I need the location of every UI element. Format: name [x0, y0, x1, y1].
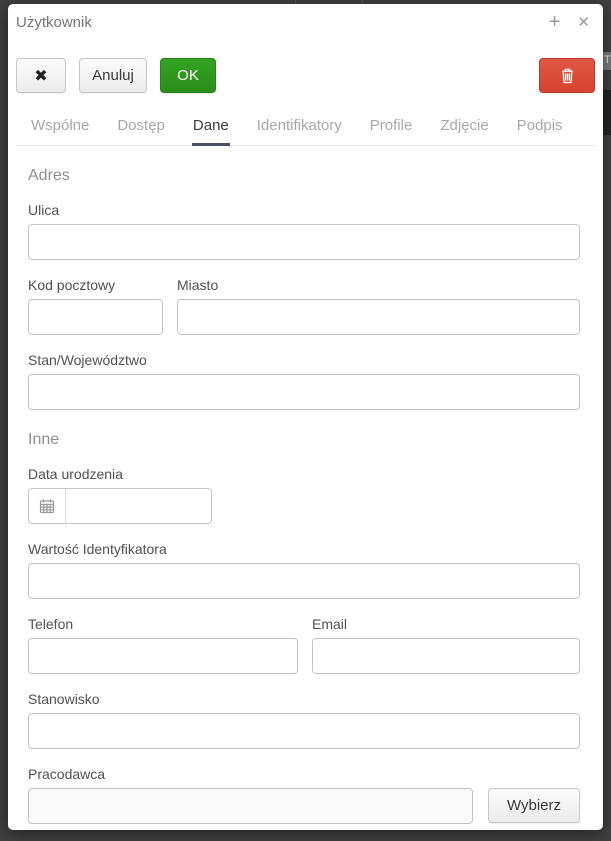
tab-podpis[interactable]: Podpis: [516, 112, 564, 146]
tab-identifikatory[interactable]: Identifikatory: [256, 112, 343, 146]
ulica-label: Ulica: [28, 202, 580, 218]
backdrop-fragment-text: T: [603, 52, 611, 70]
dialog-toolbar: ✖ Anuluj OK: [16, 58, 595, 93]
section-heading-inne: Inne: [28, 431, 580, 449]
miasto-input[interactable]: [177, 299, 580, 335]
data-urodzenia-field: [28, 488, 212, 524]
data-urodzenia-label: Data urodzenia: [28, 466, 580, 482]
window-close-icon[interactable]: ✕: [577, 15, 590, 30]
telefon-input[interactable]: [28, 638, 298, 674]
tab-profile[interactable]: Profile: [369, 112, 414, 146]
miasto-label: Miasto: [177, 277, 580, 293]
data-urodzenia-input[interactable]: [66, 489, 211, 523]
ulica-input[interactable]: [28, 224, 580, 260]
close-button[interactable]: ✖: [16, 58, 66, 93]
ok-button[interactable]: OK: [160, 58, 216, 93]
window-controls: + ✕: [549, 12, 590, 32]
tab-dane[interactable]: Dane: [192, 112, 230, 146]
tab-bar: Wspólne Dostęp Dane Identifikatory Profi…: [16, 112, 595, 146]
tab-zdjecie[interactable]: Zdjęcie: [439, 112, 489, 146]
kod-pocztowy-input[interactable]: [28, 299, 163, 335]
delete-button[interactable]: [539, 58, 595, 93]
tab-wspolne[interactable]: Wspólne: [30, 112, 90, 146]
stanowisko-input[interactable]: [28, 713, 580, 749]
cancel-button[interactable]: Anuluj: [79, 58, 147, 93]
email-label: Email: [312, 616, 580, 632]
email-input[interactable]: [312, 638, 580, 674]
pracodawca-input[interactable]: [28, 788, 473, 824]
section-heading-adres: Adres: [28, 167, 580, 185]
calendar-icon[interactable]: [29, 489, 66, 523]
window-maximize-icon[interactable]: +: [549, 12, 561, 32]
backdrop-dark-block: [603, 90, 611, 135]
kod-pocztowy-label: Kod pocztowy: [28, 277, 163, 293]
pracodawca-field: Wybierz: [28, 788, 580, 824]
stanowisko-label: Stanowisko: [28, 691, 580, 707]
stan-label: Stan/Województwo: [28, 352, 580, 368]
pracodawca-label: Pracodawca: [28, 766, 580, 782]
telefon-label: Telefon: [28, 616, 298, 632]
dialog-title: Użytkownik: [16, 14, 92, 31]
trash-icon: [560, 67, 575, 84]
stan-input[interactable]: [28, 374, 580, 410]
wybierz-button[interactable]: Wybierz: [488, 788, 580, 823]
dialog-header: Użytkownik + ✕: [8, 4, 603, 44]
wartosc-identyfikatora-input[interactable]: [28, 563, 580, 599]
form-content: Adres Ulica Kod pocztowy Miasto Stan/Woj…: [8, 167, 603, 824]
user-dialog: Użytkownik + ✕ ✖ Anuluj OK Wspólne Dostę…: [8, 4, 603, 830]
tab-dostep[interactable]: Dostęp: [116, 112, 166, 146]
wartosc-identyfikatora-label: Wartość Identyfikatora: [28, 541, 580, 557]
close-x-icon: ✖: [34, 66, 47, 86]
